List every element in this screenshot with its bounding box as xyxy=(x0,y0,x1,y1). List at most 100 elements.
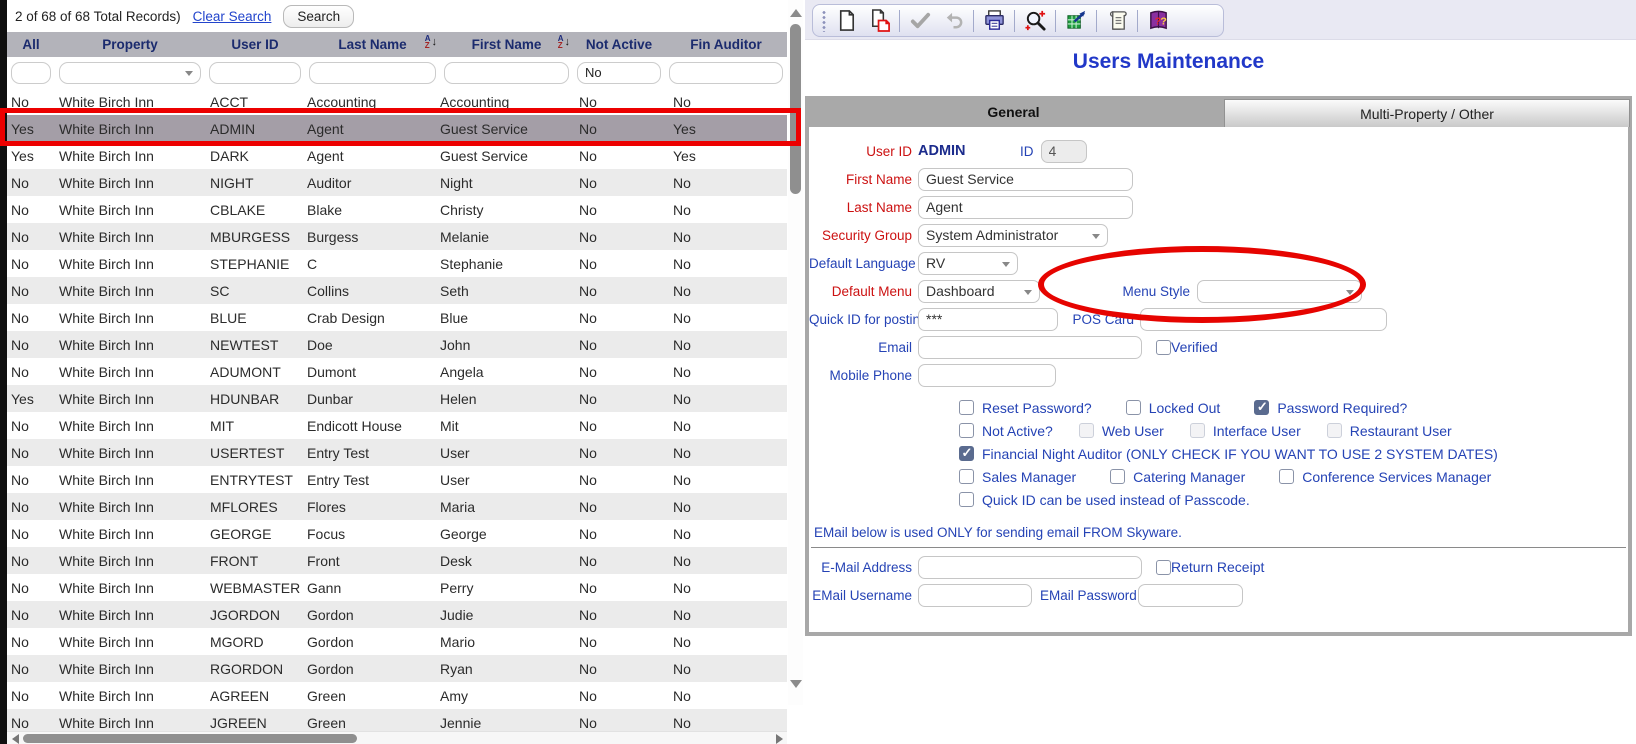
cell-fin-auditor: No xyxy=(665,277,787,304)
cell-property: White Birch Inn xyxy=(55,385,205,412)
cell-all: No xyxy=(7,574,55,601)
table-row[interactable]: NoWhite Birch InnJGORDONGordonJudieNoNo xyxy=(7,601,787,628)
tab-general[interactable]: General xyxy=(805,96,1222,127)
financial-night-auditor-checkbox[interactable] xyxy=(959,446,974,461)
table-row[interactable]: NoWhite Birch InnRGORDONGordonRyanNoNo xyxy=(7,655,787,682)
table-row[interactable]: NoWhite Birch InnMITEndicott HouseMitNoN… xyxy=(7,412,787,439)
filter-property-input[interactable] xyxy=(59,62,201,84)
sort-az-icon[interactable]: AZ ↓ xyxy=(425,35,437,49)
zoom-search-icon[interactable] xyxy=(1022,8,1048,34)
cell-property: White Birch Inn xyxy=(55,655,205,682)
table-row[interactable]: NoWhite Birch InnSTEPHANIECStephanieNoNo xyxy=(7,250,787,277)
tab-multi-property-other[interactable]: Multi-Property / Other xyxy=(1224,99,1630,127)
return-receipt-checkbox[interactable] xyxy=(1156,560,1171,575)
first-name-field[interactable] xyxy=(918,168,1133,191)
delete-document-icon[interactable] xyxy=(866,8,892,34)
email-username-field[interactable] xyxy=(918,584,1032,607)
table-row[interactable]: NoWhite Birch InnBLUECrab DesignBlueNoNo xyxy=(7,304,787,331)
password-required-checkbox[interactable] xyxy=(1254,400,1269,415)
default-language-select[interactable]: RV xyxy=(918,252,1018,275)
cell-user-id: GEORGE xyxy=(205,520,305,547)
quick-id-field[interactable] xyxy=(918,308,1058,331)
email-note: EMail below is used ONLY for sending ema… xyxy=(814,525,1628,540)
cell-all: No xyxy=(7,412,55,439)
table-row[interactable]: YesWhite Birch InnDARKAgentGuest Service… xyxy=(7,142,787,169)
menu-style-select[interactable] xyxy=(1197,280,1362,303)
table-row[interactable]: NoWhite Birch InnMBURGESSBurgessMelanieN… xyxy=(7,223,787,250)
scroll-up-arrow[interactable] xyxy=(790,9,802,17)
toolbar-grip-handle[interactable] xyxy=(822,10,826,32)
cell-not-active: No xyxy=(573,169,665,196)
not-active-checkbox[interactable] xyxy=(959,423,974,438)
filter-last-name-input[interactable] xyxy=(309,62,436,84)
verified-checkbox[interactable] xyxy=(1156,340,1171,355)
table-row[interactable]: NoWhite Birch InnCBLAKEBlakeChristyNoNo xyxy=(7,196,787,223)
table-row[interactable]: NoWhite Birch InnSCCollinsSethNoNo xyxy=(7,277,787,304)
vertical-scrollbar-thumb[interactable] xyxy=(790,24,801,194)
process-grid-icon[interactable] xyxy=(1063,8,1089,34)
email-password-field[interactable] xyxy=(1138,584,1243,607)
email-address-label: E-Mail Address xyxy=(809,560,912,575)
table-row[interactable]: NoWhite Birch InnGEORGEFocusGeorgeNoNo xyxy=(7,520,787,547)
security-group-select[interactable]: System Administrator xyxy=(918,224,1108,247)
table-row[interactable]: NoWhite Birch InnNIGHTAuditorNightNoNo xyxy=(7,169,787,196)
vertical-scrollbar[interactable] xyxy=(788,0,803,705)
cell-first-name: Amy xyxy=(440,682,573,709)
new-document-icon[interactable] xyxy=(833,8,859,34)
filter-property-combobox[interactable] xyxy=(59,62,201,84)
table-row[interactable]: NoWhite Birch InnENTRYTESTEntry TestUser… xyxy=(7,466,787,493)
table-row[interactable]: NoWhite Birch InnADUMONTDumontAngelaNoNo xyxy=(7,358,787,385)
table-row[interactable]: NoWhite Birch InnWEBMASTERGannPerryNoNo xyxy=(7,574,787,601)
cell-first-name: Guest Service xyxy=(440,142,573,169)
help-book-icon[interactable]: ?? xyxy=(1145,8,1171,34)
email-field[interactable] xyxy=(918,336,1142,359)
table-row[interactable]: NoWhite Birch InnNEWTESTDoeJohnNoNo xyxy=(7,331,787,358)
list-topbar: 2 of 68 of 68 Total Records) Clear Searc… xyxy=(7,0,787,32)
default-menu-select[interactable]: Dashboard xyxy=(918,280,1040,303)
pos-card-field[interactable] xyxy=(1140,308,1387,331)
search-button[interactable]: Search xyxy=(283,5,354,28)
horizontal-scrollbar-thumb[interactable] xyxy=(23,734,357,743)
table-row[interactable]: NoWhite Birch InnACCTAccountingAccountin… xyxy=(7,88,787,115)
cell-first-name: Mit xyxy=(440,412,573,439)
filter-fin-auditor-input[interactable] xyxy=(669,62,783,84)
filter-all-input[interactable] xyxy=(11,62,51,84)
table-row[interactable]: YesWhite Birch InnHDUNBARDunbarHelenNoNo xyxy=(7,385,787,412)
table-row[interactable]: NoWhite Birch InnAGREENGreenAmyNoNo xyxy=(7,682,787,709)
cell-first-name: User xyxy=(440,466,573,493)
table-row[interactable]: NoWhite Birch InnUSERTESTEntry TestUserN… xyxy=(7,439,787,466)
table-row[interactable]: YesWhite Birch InnADMINAgentGuest Servic… xyxy=(7,115,787,142)
last-name-field[interactable] xyxy=(918,196,1133,219)
column-header-last-name[interactable]: Last Name AZ ↓ xyxy=(305,32,440,57)
chevron-down-icon xyxy=(1002,262,1010,267)
table-row[interactable]: NoWhite Birch InnMFLORESFloresMariaNoNo xyxy=(7,493,787,520)
clear-search-link[interactable]: Clear Search xyxy=(193,9,272,24)
print-icon[interactable] xyxy=(981,8,1007,34)
toolbar: ?? xyxy=(805,0,1636,40)
table-row[interactable]: NoWhite Birch InnMGORDGordonMarioNoNo xyxy=(7,628,787,655)
catering-manager-checkbox[interactable] xyxy=(1110,469,1125,484)
cell-not-active: No xyxy=(573,331,665,358)
table-row[interactable]: NoWhite Birch InnFRONTFrontDeskNoNo xyxy=(7,547,787,574)
cell-not-active: No xyxy=(573,601,665,628)
scroll-down-arrow[interactable] xyxy=(790,680,802,688)
scroll-left-arrow[interactable] xyxy=(12,734,19,744)
sort-az-icon[interactable]: AZ ↓ xyxy=(558,35,570,49)
filter-first-name-input[interactable] xyxy=(444,62,569,84)
email-address-field[interactable] xyxy=(918,556,1142,579)
locked-out-checkbox[interactable] xyxy=(1126,400,1141,415)
conference-services-manager-checkbox[interactable] xyxy=(1279,469,1294,484)
scroll-right-arrow[interactable] xyxy=(776,734,783,744)
mobile-phone-field[interactable] xyxy=(918,364,1056,387)
reset-password-checkbox[interactable] xyxy=(959,400,974,415)
divider xyxy=(811,547,1626,548)
sales-manager-checkbox[interactable] xyxy=(959,469,974,484)
audit-scroll-icon[interactable] xyxy=(1104,8,1130,34)
column-header-first-name[interactable]: First Name AZ ↓ xyxy=(440,32,573,57)
cell-not-active: No xyxy=(573,142,665,169)
quick-id-passcode-checkbox[interactable] xyxy=(959,492,974,507)
horizontal-scrollbar[interactable] xyxy=(7,731,787,744)
filter-not-active-input[interactable] xyxy=(577,62,661,84)
cell-property: White Birch Inn xyxy=(55,196,205,223)
filter-user-id-input[interactable] xyxy=(209,62,301,84)
